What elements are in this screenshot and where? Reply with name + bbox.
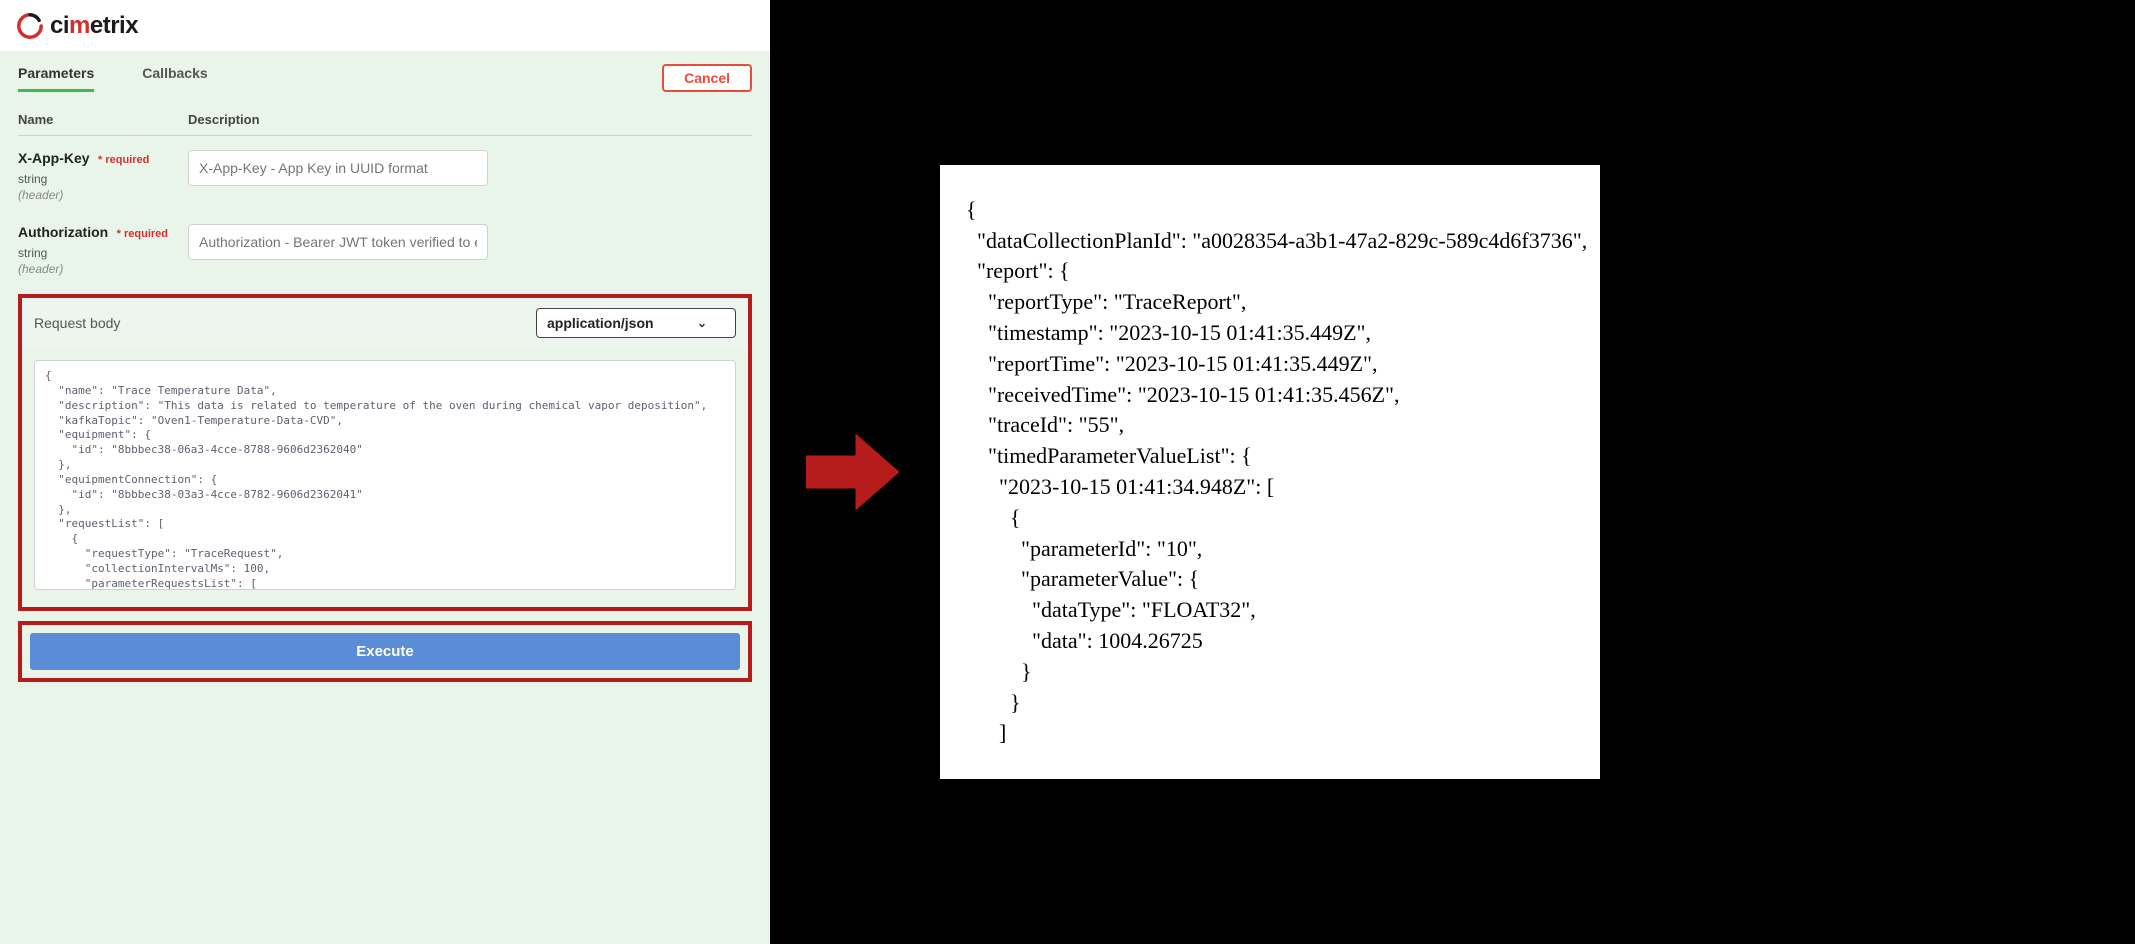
tab-callbacks[interactable]: Callbacks	[142, 65, 207, 92]
brand-logo-icon	[16, 12, 44, 40]
tabs: Parameters Callbacks	[18, 65, 208, 92]
api-panel: cimetrix Parameters Callbacks Cancel Nam…	[0, 0, 770, 944]
execute-button[interactable]: Execute	[30, 633, 740, 670]
param-row-xappkey: X-App-Key * required string (header)	[18, 136, 752, 210]
column-name: Name	[18, 112, 188, 127]
chevron-down-icon: ⌄	[697, 316, 707, 330]
param-location-authorization: (header)	[18, 262, 188, 276]
column-description: Description	[188, 112, 752, 127]
brand-name: cimetrix	[50, 12, 138, 40]
brand-bar: cimetrix	[0, 0, 770, 52]
brand-logo: cimetrix	[16, 12, 138, 40]
request-body-label: Request body	[34, 315, 120, 331]
param-type-xappkey: string	[18, 172, 188, 186]
required-mark: * required	[98, 154, 149, 166]
xappkey-input[interactable]	[188, 150, 488, 186]
report-json: { "dataCollectionPlanId": "a0028354-a3b1…	[940, 165, 1600, 779]
arrow-right-icon	[795, 417, 905, 527]
tab-parameters[interactable]: Parameters	[18, 65, 94, 92]
arrow-area	[770, 0, 930, 944]
content-type-select[interactable]: application/json ⌄	[536, 308, 736, 338]
required-mark: * required	[117, 228, 168, 240]
param-meta-authorization: Authorization * required string (header)	[18, 224, 188, 276]
param-location-xappkey: (header)	[18, 188, 188, 202]
tabs-row: Parameters Callbacks Cancel	[18, 52, 752, 92]
param-meta-xappkey: X-App-Key * required string (header)	[18, 150, 188, 202]
param-label-xappkey: X-App-Key	[18, 150, 90, 166]
request-body-header: Request body application/json ⌄	[22, 298, 748, 348]
request-body-highlight: Request body application/json ⌄	[18, 294, 752, 611]
param-row-authorization: Authorization * required string (header)	[18, 210, 752, 284]
param-label-authorization: Authorization	[18, 224, 108, 240]
param-columns-header: Name Description	[18, 112, 752, 136]
api-body: Parameters Callbacks Cancel Name Descrip…	[0, 52, 770, 944]
param-type-authorization: string	[18, 246, 188, 260]
cancel-button[interactable]: Cancel	[662, 64, 752, 92]
request-body-editor[interactable]	[34, 360, 736, 590]
execute-highlight: Execute	[18, 621, 752, 682]
authorization-input[interactable]	[188, 224, 488, 260]
content-type-value: application/json	[547, 315, 654, 331]
report-panel: { "dataCollectionPlanId": "a0028354-a3b1…	[930, 0, 2135, 944]
request-body-editor-wrap	[22, 348, 748, 607]
